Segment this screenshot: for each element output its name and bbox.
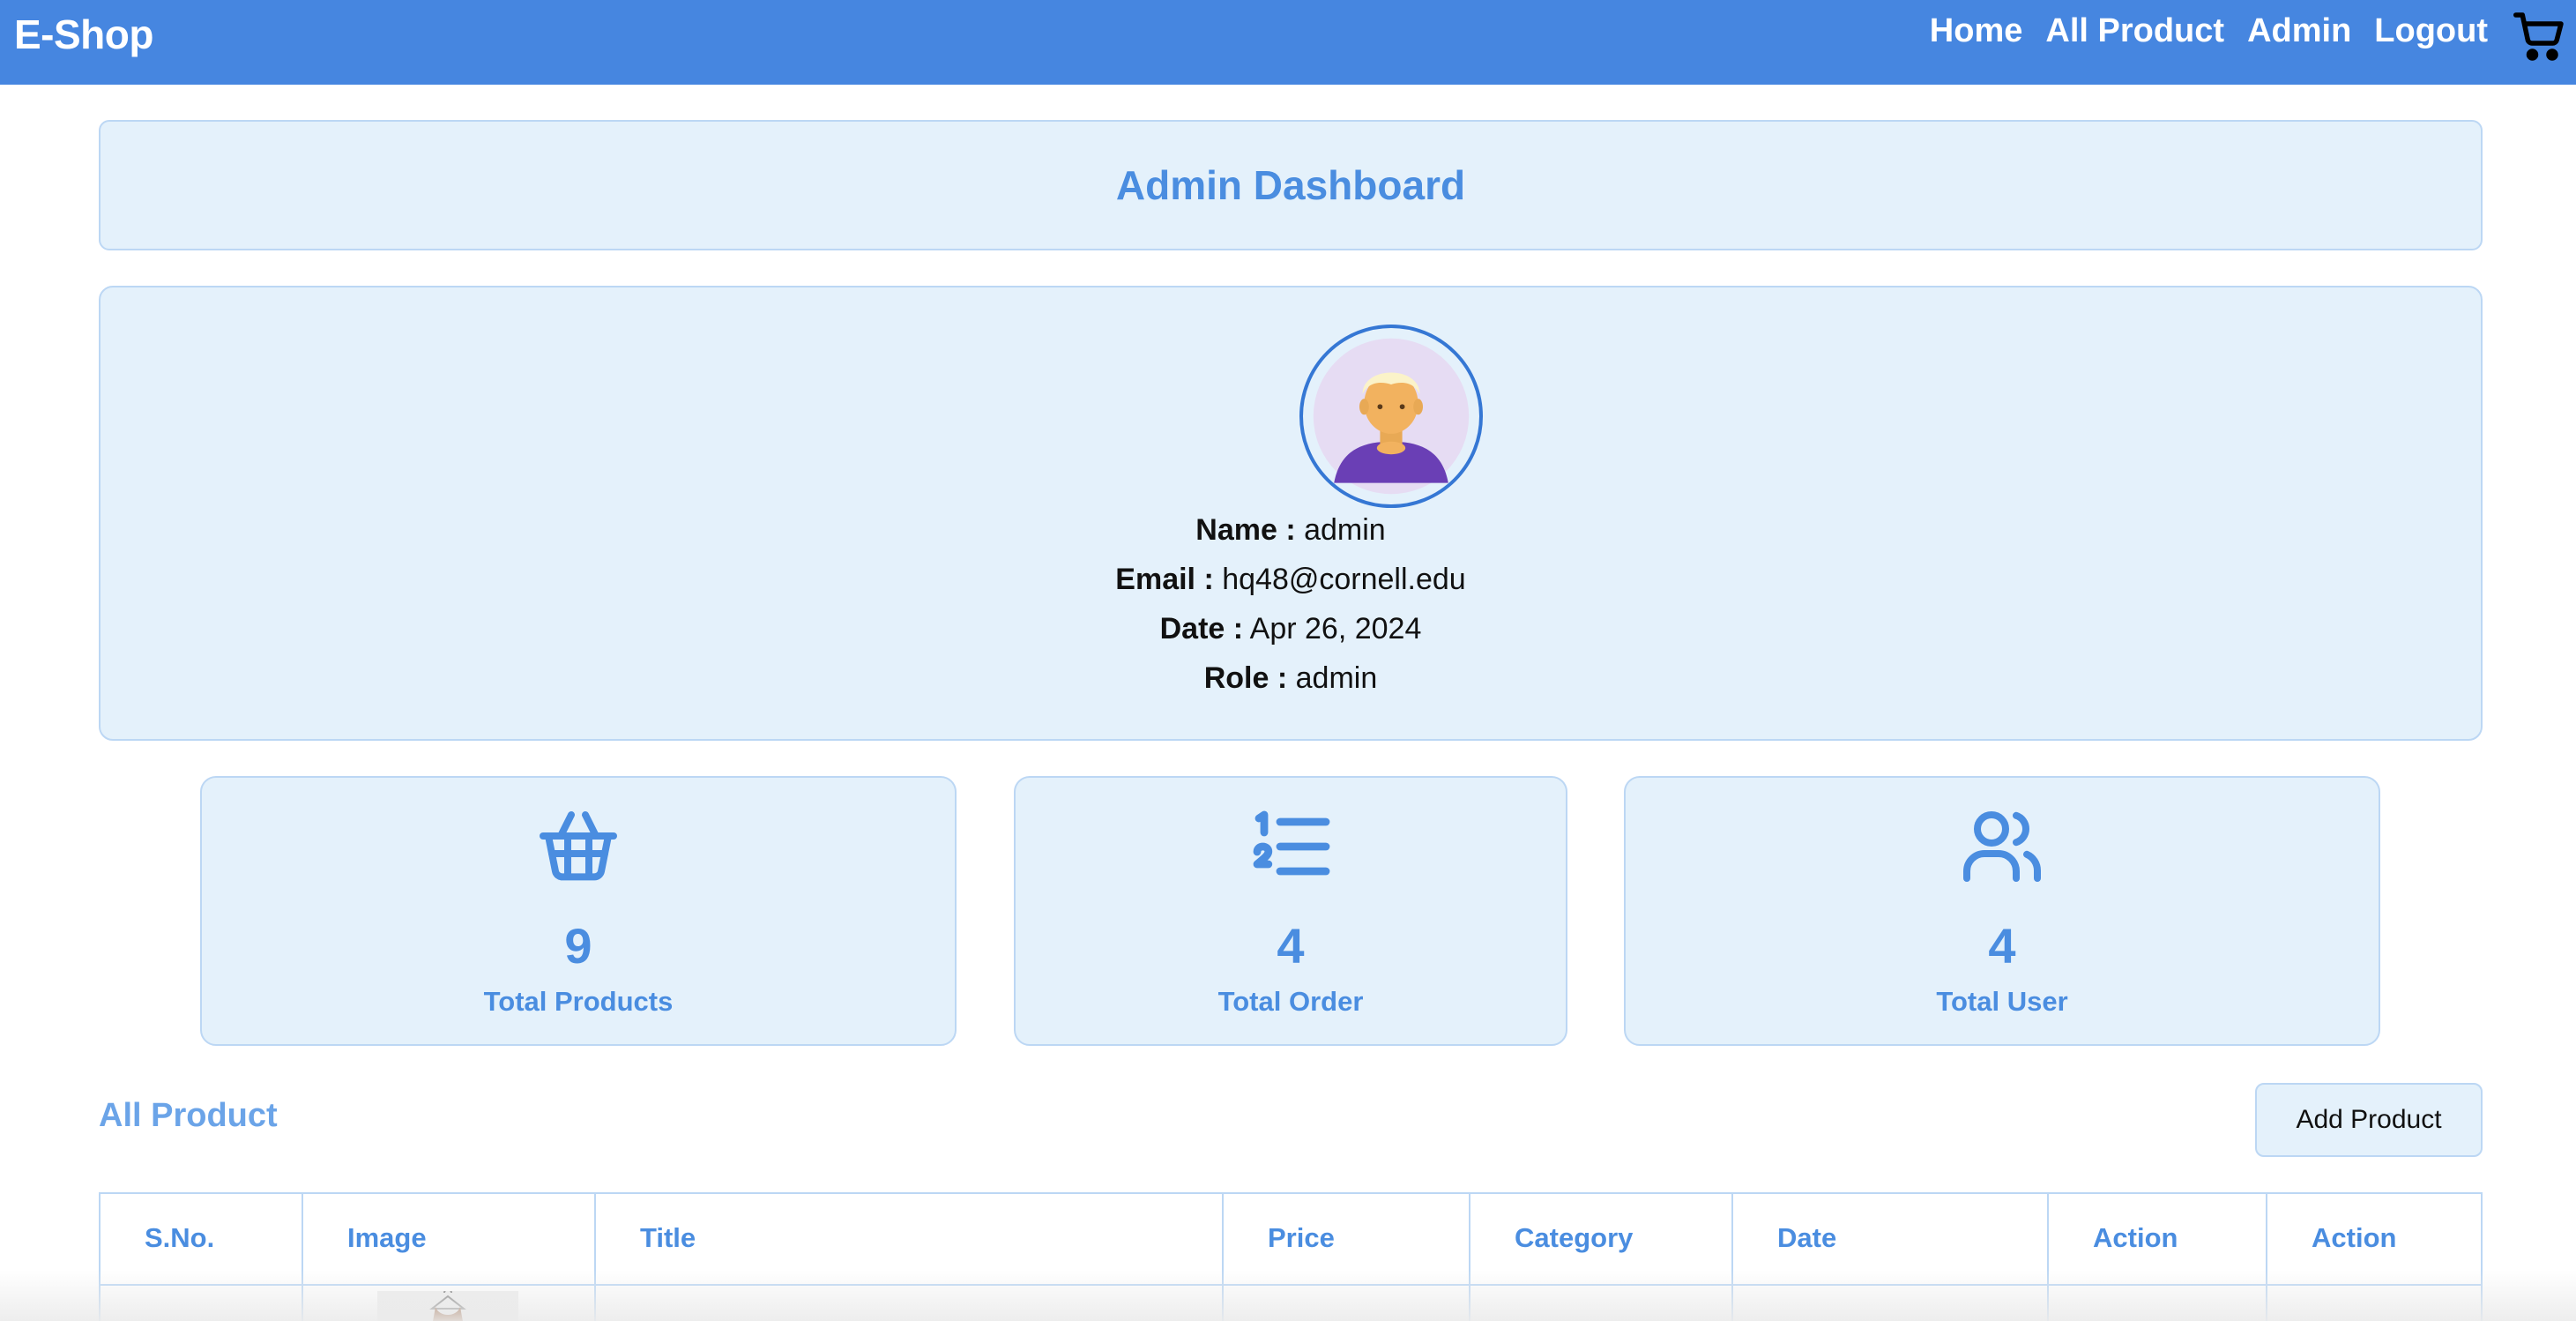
profile-name: admin [1304,513,1386,547]
nav-logout-link[interactable]: Logout [2374,12,2488,50]
email-label: Email : [1115,563,1214,596]
cart-icon[interactable] [2513,11,2565,63]
col-header-image: Image [303,1194,596,1286]
name-label: Name : [1195,513,1296,547]
col-header-date: Date [1733,1194,2049,1286]
col-header-price: Price [1224,1194,1470,1286]
nav-admin-link[interactable]: Admin [2247,12,2351,50]
table-cell [596,1286,1224,1321]
navbar: E-Shop Home All Product Admin Logout [0,0,2576,85]
list-ordered-icon [1253,810,1330,876]
col-header-sno: S.No. [101,1194,303,1286]
section-title-all-product: All Product [99,1097,278,1134]
profile-card: Name : admin Email : hq48@cornell.edu Da… [99,286,2483,741]
table-cell [1224,1286,1470,1321]
dashboard-title-box: Admin Dashboard [99,120,2483,250]
table-cell [101,1286,303,1321]
add-product-button[interactable]: Add Product [2255,1083,2483,1157]
role-label: Role : [1203,661,1288,695]
col-header-action-delete: Action [2267,1194,2481,1286]
profile-role-row: Role : admin [101,661,2481,696]
brand-logo[interactable]: E-Shop [14,11,153,58]
date-label: Date : [1159,612,1244,646]
profile-email-row: Email : hq48@cornell.edu [101,563,2481,597]
total-order-label: Total Order [1217,986,1364,1017]
col-header-title: Title [596,1194,1224,1286]
col-header-action-edit: Action [2049,1194,2267,1286]
profile-email: hq48@cornell.edu [1222,563,1466,596]
nav-links: Home All Product Admin Logout [1930,12,2488,50]
profile-role: admin [1295,661,1378,695]
stat-card-users: 4 Total User [1624,776,2380,1046]
total-products-value: 9 [564,918,592,974]
total-order-value: 4 [1277,918,1305,974]
user-avatar-icon [1313,338,1470,495]
total-user-label: Total User [1936,986,2068,1017]
col-header-category: Category [1470,1194,1733,1286]
stat-card-products: 9 Total Products [200,776,957,1046]
total-products-label: Total Products [483,986,674,1017]
table-cell [2267,1286,2481,1321]
nav-all-product-link[interactable]: All Product [2045,12,2224,50]
table-cell [1470,1286,1733,1321]
product-thumbnail [377,1291,518,1321]
profile-name-row: Name : admin [101,513,2481,548]
table-cell [1733,1286,2049,1321]
users-icon [1963,811,2042,882]
product-image [429,1291,466,1321]
table-cell [2049,1286,2267,1321]
profile-date: Apr 26, 2024 [1249,612,1422,646]
page-title: Admin Dashboard [1115,162,1466,208]
total-user-value: 4 [1988,918,2016,974]
products-table: S.No. Image Title Price Category Date Ac… [99,1192,2483,1321]
stat-card-orders: 4 Total Order [1014,776,1567,1046]
basket-icon [540,811,617,881]
nav-home-link[interactable]: Home [1930,12,2023,50]
user-avatar [1299,325,1483,508]
profile-date-row: Date : Apr 26, 2024 [101,612,2481,646]
